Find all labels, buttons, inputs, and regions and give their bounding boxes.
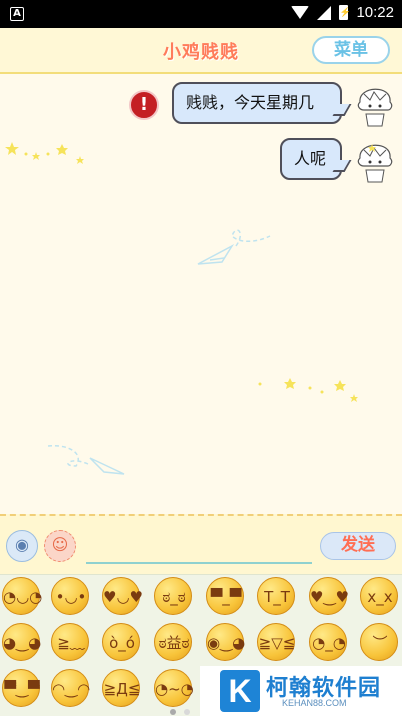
emoji-face-glyph: ಠ_ಠ bbox=[162, 588, 186, 606]
send-button[interactable]: 发送 bbox=[320, 532, 396, 560]
emoji-face-glyph: ◔_◔ bbox=[312, 634, 346, 652]
page-dot[interactable] bbox=[184, 709, 190, 715]
emoji-face-icon[interactable]: ◉‿◕ bbox=[206, 623, 246, 661]
emoji-face-icon[interactable]: ◕‿◕ bbox=[2, 623, 42, 661]
status-right: ⚡ 10:22 bbox=[291, 4, 394, 21]
emoji-face-glyph: ಠ益ಠ bbox=[158, 634, 190, 652]
page-indicator bbox=[170, 709, 190, 715]
emoji-face-icon[interactable]: ︶︿︶ bbox=[360, 623, 398, 690]
avatar-icon[interactable] bbox=[352, 80, 398, 128]
emoji-face-glyph: ≧﹏≦ bbox=[57, 634, 85, 690]
notification-a-icon: A bbox=[10, 7, 24, 21]
emoji-face-glyph: ▀̿‿▀̿ bbox=[4, 680, 40, 698]
emoji-face-glyph: ≧▽≦ bbox=[258, 634, 296, 652]
emoji-face-glyph: •◡• bbox=[55, 588, 87, 606]
emoji-face-icon[interactable]: ◔_◔ bbox=[309, 623, 347, 661]
emoji-face-icon[interactable]: ▀̿_▀̿ bbox=[206, 577, 244, 615]
emoji-face-glyph: ♥◡♥ bbox=[103, 588, 143, 606]
message-bubble[interactable]: 贱贱，今天星期几 bbox=[172, 82, 342, 124]
emoji-face-glyph: ♥‿♥ bbox=[310, 588, 349, 606]
emoji-face-glyph: x_x bbox=[367, 588, 393, 606]
emoji-face-glyph: ◔~◔ bbox=[155, 680, 194, 698]
emoji-face-icon[interactable]: ♥‿♥ bbox=[309, 577, 349, 615]
emoji-face-icon[interactable]: ◔~◔ bbox=[154, 669, 194, 707]
emoji-face-glyph: ≧Д≦ bbox=[103, 680, 141, 698]
status-time: 10:22 bbox=[356, 4, 394, 21]
emoji-face-icon[interactable]: ♥◡♥ bbox=[102, 577, 143, 615]
smiley-icon[interactable]: ☺ bbox=[44, 530, 76, 562]
emoji-face-glyph: ò_ó bbox=[109, 634, 135, 652]
voice-wave-icon[interactable]: ◉ bbox=[6, 530, 38, 562]
menu-button[interactable]: 菜单 bbox=[312, 36, 390, 64]
signal-icon bbox=[317, 5, 332, 20]
emoji-face-glyph: T_T bbox=[264, 588, 290, 606]
emoji-face-glyph: ◠‿◠ bbox=[52, 680, 91, 698]
message-input[interactable] bbox=[86, 528, 312, 564]
emoji-face-glyph: ◔◡◔ bbox=[3, 588, 43, 606]
watermark-logo: K 柯翰软件园 KEHAN88.COM bbox=[200, 666, 402, 716]
emoji-face-glyph: ▀̿_▀̿ bbox=[210, 588, 242, 606]
avatar-icon[interactable] bbox=[352, 136, 398, 184]
emoji-face-glyph: ◕‿◕ bbox=[3, 634, 42, 652]
battery-icon: ⚡ bbox=[339, 5, 351, 20]
emoji-face-icon[interactable]: ò_ó bbox=[102, 623, 140, 661]
chat-area[interactable]: ! 贱贱，今天星期几 人呢 bbox=[0, 74, 402, 514]
page-dot[interactable] bbox=[170, 709, 176, 715]
send-failed-icon[interactable]: ! bbox=[129, 90, 159, 120]
emoji-face-icon[interactable]: ▀̿‿▀̿ bbox=[2, 669, 40, 707]
wifi-icon bbox=[291, 6, 310, 19]
watermark-k-icon: K bbox=[220, 670, 260, 712]
emoji-face-icon[interactable]: ಠ_ಠ bbox=[154, 577, 192, 615]
input-bar: ◉ ☺ 发送 bbox=[0, 514, 402, 574]
emoji-face-icon[interactable]: ≧Д≦ bbox=[102, 669, 140, 707]
emoji-face-glyph: ︶︿︶ bbox=[365, 634, 395, 690]
emoji-face-icon[interactable]: T_T bbox=[257, 577, 295, 615]
decoration-stars-icon bbox=[5, 142, 358, 475]
emoji-face-icon[interactable]: ≧▽≦ bbox=[257, 623, 295, 661]
emoji-face-icon[interactable]: ◔◡◔ bbox=[2, 577, 43, 615]
emoji-face-icon[interactable]: ◠‿◠ bbox=[51, 669, 91, 707]
emoji-face-glyph: ◉‿◕ bbox=[207, 634, 246, 652]
emoji-face-icon[interactable]: x_x bbox=[360, 577, 398, 615]
emoji-face-icon[interactable]: ಠ益ಠ bbox=[154, 623, 192, 661]
watermark-sub: KEHAN88.COM bbox=[282, 698, 347, 708]
app-header: 小鸡贱贱 菜单 bbox=[0, 28, 402, 74]
emoji-face-icon[interactable]: •◡• bbox=[51, 577, 89, 615]
emoji-face-icon[interactable]: ≧﹏≦ bbox=[51, 623, 89, 690]
status-bar: A ⚡ 10:22 bbox=[0, 0, 402, 28]
message-bubble[interactable]: 人呢 bbox=[280, 138, 342, 180]
